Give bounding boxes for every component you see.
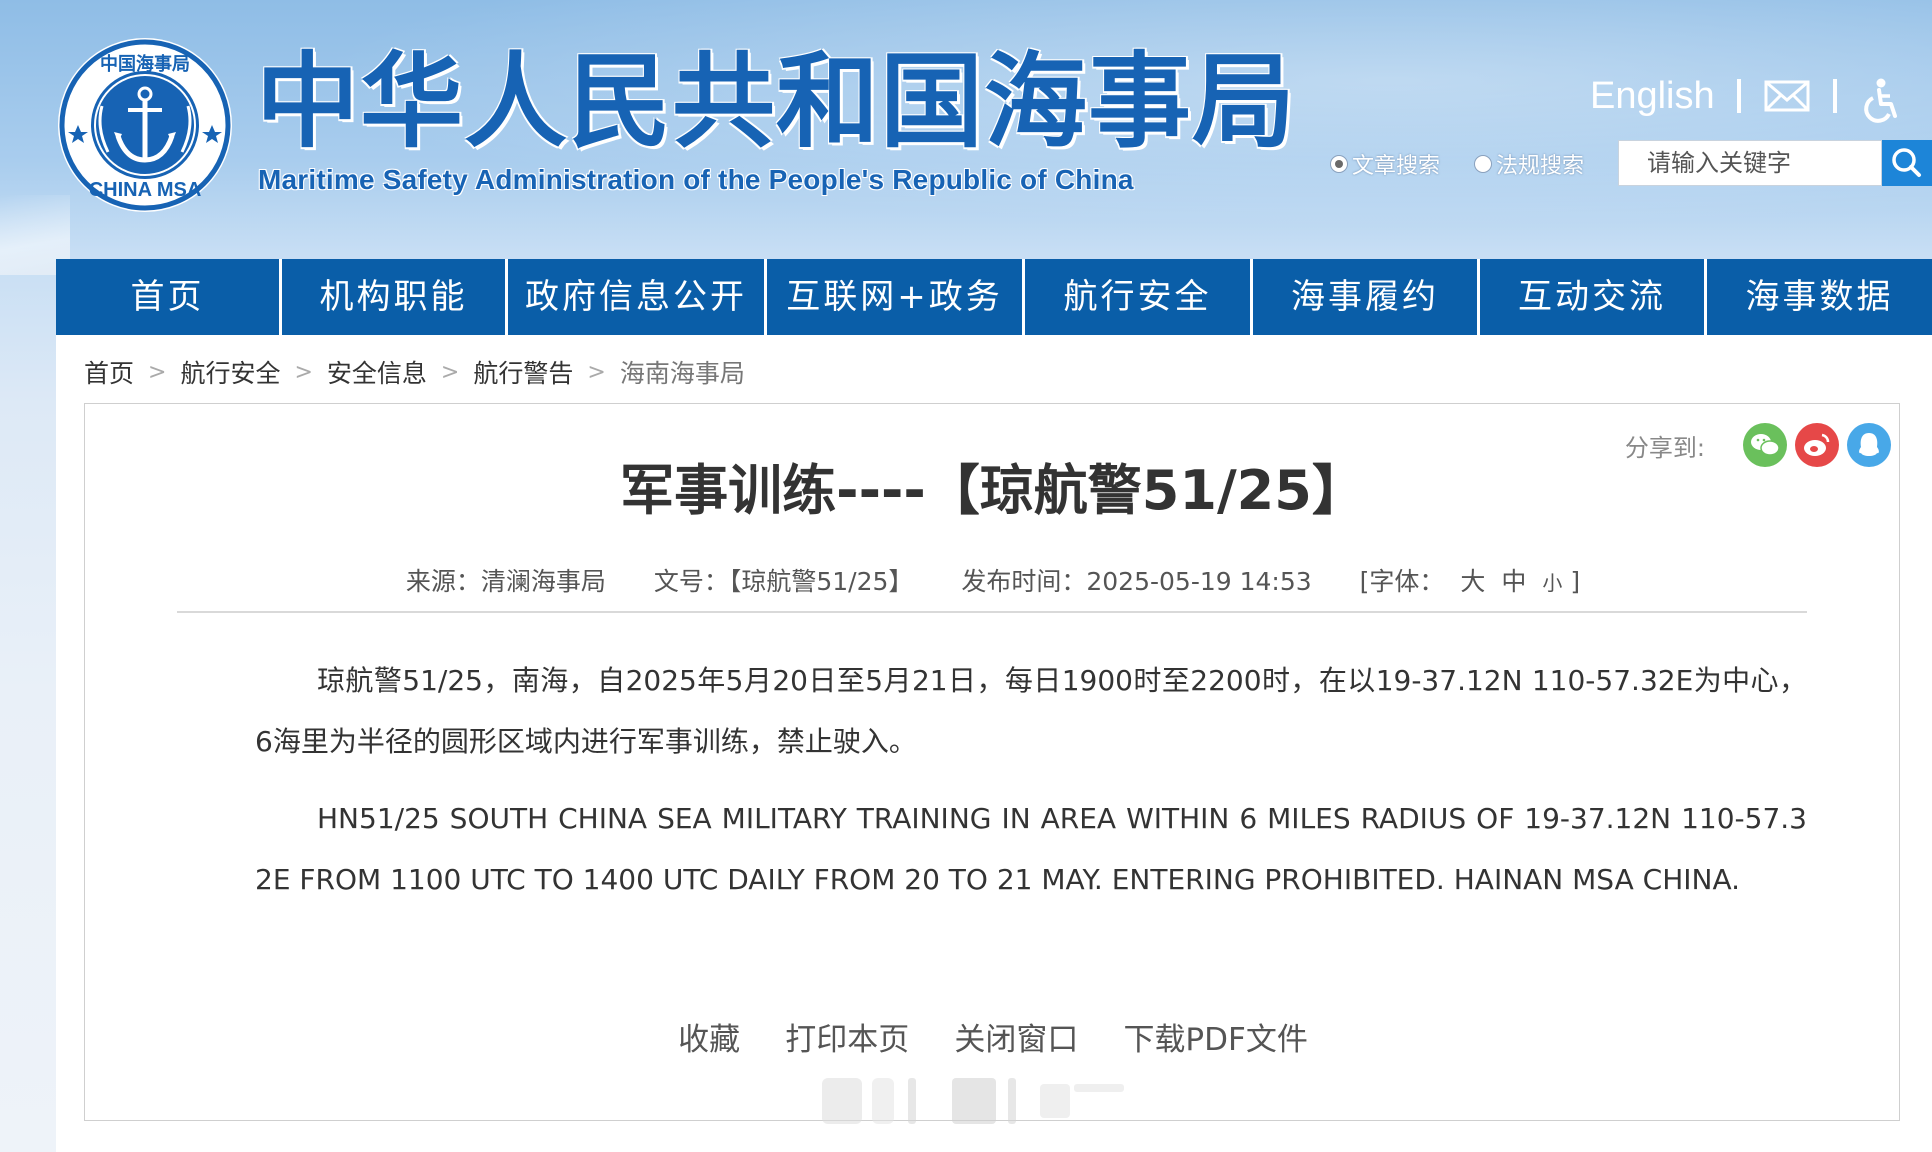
article-publish-time: 发布时间：2025-05-19 14:53 <box>961 567 1312 596</box>
article-panel: 分享到: 军事训练----【琼航警51/25】 来源：清澜海事局 文号：【琼航警… <box>84 403 1900 1121</box>
article-meta: 来源：清澜海事局 文号：【琼航警51/25】 发布时间：2025-05-19 1… <box>85 562 1901 602</box>
search-option-label: 法规搜索 <box>1496 154 1585 179</box>
article-title: 军事训练----【琼航警51/25】 <box>620 459 1366 522</box>
article-paragraph-cn: 琼航警51/25，南海，自2025年5月20日至5月21日，每日1900时至22… <box>255 664 1807 758</box>
mail-icon[interactable] <box>1763 76 1811 116</box>
nav-item-navigation-safety[interactable]: 航行安全 <box>1025 259 1253 335</box>
font-size-label: [字体： <box>1359 567 1445 596</box>
breadcrumb-hainan-msa[interactable]: 海南海事局 <box>620 354 745 390</box>
china-msa-emblem-icon: 中国海事局 CHINA MSA <box>58 38 232 212</box>
english-link[interactable]: English <box>1590 70 1715 122</box>
article-body: 琼航警51/25，南海，自2025年5月20日至5月21日，每日1900时至22… <box>255 650 1807 926</box>
search-option-regulation[interactable]: 法规搜索 <box>1474 150 1585 179</box>
logo-ring-en: CHINA MSA <box>89 179 202 201</box>
main-nav: 首页 机构职能 政府信息公开 互联网+政务 航行安全 海事履约 互动交流 海事数… <box>56 259 1932 335</box>
nav-item-internet-gov[interactable]: 互联网+政务 <box>767 259 1025 335</box>
search-button[interactable] <box>1882 140 1932 186</box>
nav-item-gov-info[interactable]: 政府信息公开 <box>508 259 767 335</box>
breadcrumb-home[interactable]: 首页 <box>84 354 134 390</box>
nav-item-functions[interactable]: 机构职能 <box>282 259 508 335</box>
nav-item-convention[interactable]: 海事履约 <box>1253 259 1480 335</box>
favorite-link[interactable]: 收藏 <box>678 1016 740 1064</box>
tool-divider <box>1832 79 1837 113</box>
radio-unselected-icon[interactable] <box>1474 155 1492 173</box>
print-link[interactable]: 打印本页 <box>785 1016 909 1064</box>
site-title-cn: 中华人民共和国海事局 <box>256 42 1296 162</box>
breadcrumb-separator: > <box>294 359 313 385</box>
font-size-medium[interactable]: 中 <box>1501 567 1526 596</box>
article-doc-number: 文号：【琼航警51/25】 <box>653 567 914 596</box>
search-option-label: 文章搜索 <box>1352 154 1441 179</box>
breadcrumb: 首页 > 航行安全 > 安全信息 > 航行警告 > 海南海事局 <box>84 352 745 392</box>
font-size-small[interactable]: 小 <box>1542 571 1562 595</box>
breadcrumb-separator: > <box>148 359 167 385</box>
font-size-control: [字体： 大中小] <box>1360 567 1581 596</box>
china-msa-logo[interactable]: 中国海事局 CHINA MSA <box>56 36 234 214</box>
font-size-close: ] <box>1570 567 1581 596</box>
search-bar: 文章搜索 法规搜索 <box>1326 140 1932 188</box>
download-pdf-link[interactable]: 下载PDF文件 <box>1123 1016 1307 1064</box>
breadcrumb-separator: > <box>587 359 606 385</box>
article-actions: 收藏 打印本页 关闭窗口 下载PDF文件 <box>85 1016 1901 1064</box>
article-source: 来源：清澜海事局 <box>405 567 606 596</box>
breadcrumb-safety-info[interactable]: 安全信息 <box>327 354 427 390</box>
search-option-article[interactable]: 文章搜索 <box>1330 150 1441 179</box>
breadcrumb-navigation-warning[interactable]: 航行警告 <box>473 354 573 390</box>
site-title-en: Maritime Safety Administration of the Pe… <box>258 164 1134 195</box>
watermark-overlay <box>812 1070 1132 1132</box>
nav-item-interaction[interactable]: 互动交流 <box>1480 259 1707 335</box>
radio-selected-icon[interactable] <box>1330 155 1348 173</box>
nav-item-home[interactable]: 首页 <box>56 259 282 335</box>
search-input[interactable] <box>1618 140 1882 186</box>
search-icon <box>1892 148 1921 177</box>
tool-divider <box>1736 79 1741 113</box>
breadcrumb-navigation-safety[interactable]: 航行安全 <box>180 354 280 390</box>
close-window-link[interactable]: 关闭窗口 <box>954 1016 1078 1064</box>
font-size-large[interactable]: 大 <box>1460 567 1485 596</box>
article-paragraph-en: HN51/25 SOUTH CHINA SEA MILITARY TRAININ… <box>255 802 1807 896</box>
meta-divider <box>177 611 1807 613</box>
logo-ring-cn: 中国海事局 <box>100 53 190 75</box>
accessibility-icon[interactable] <box>1859 76 1907 123</box>
header-tools: English <box>1590 70 1910 123</box>
breadcrumb-separator: > <box>440 359 460 385</box>
nav-item-data[interactable]: 海事数据 <box>1707 259 1932 335</box>
